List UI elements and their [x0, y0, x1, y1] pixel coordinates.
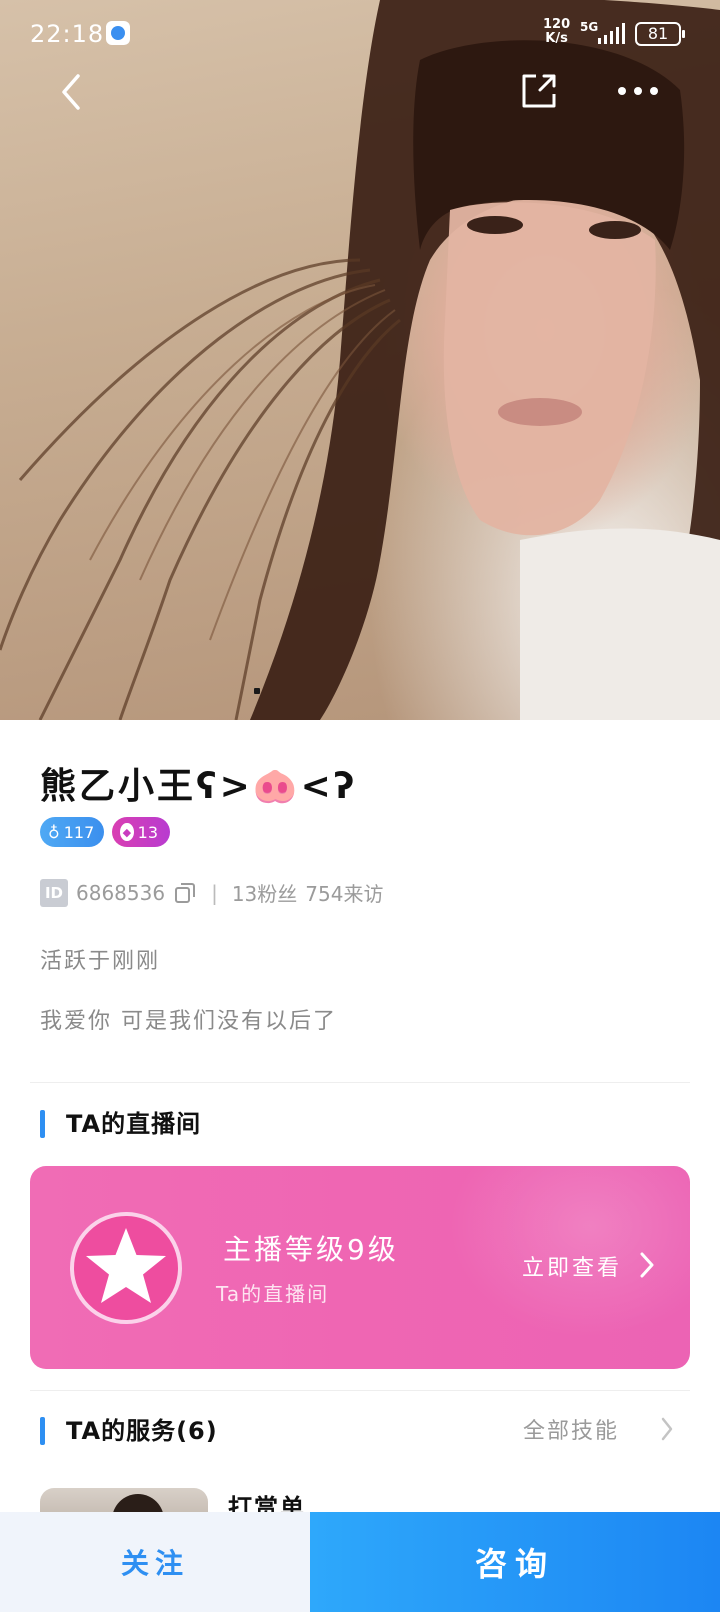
id-label: ID — [40, 878, 68, 907]
live-section-title: TA的直播间 — [40, 1104, 201, 1139]
user-id: 6868536 — [76, 880, 166, 905]
chevron-right-icon[interactable] — [660, 1416, 674, 1442]
consult-button[interactable]: 咨询 — [310, 1512, 720, 1612]
section-accent-bar — [40, 1417, 45, 1445]
gender-level-badge: ♁ 117 — [40, 817, 104, 847]
service-name[interactable]: 打赏单 — [228, 1488, 306, 1512]
bottom-action-bar: 关注 咨询 — [0, 1512, 720, 1612]
diamond-icon: ◆ — [120, 823, 134, 841]
diamond-level-value: 13 — [137, 822, 158, 842]
female-icon: ♁ — [48, 822, 60, 842]
active-status: 活跃于刚刚 — [40, 949, 161, 974]
status-time: 22:18 — [30, 20, 105, 48]
battery-icon: 81 — [635, 22, 685, 46]
network-speed-value: 120 — [543, 17, 571, 32]
profile-bio: 我爱你 可是我们没有以后了 — [40, 1009, 337, 1034]
live-level-badge — [70, 1212, 182, 1324]
services-section-title-text: TA的服务(6) — [66, 1417, 218, 1445]
visit-count[interactable]: 754来访 — [305, 878, 383, 907]
more-button[interactable] — [614, 76, 662, 106]
star-icon — [86, 1228, 166, 1303]
profile-meta: ID 6868536 | 13粉丝 754来访 — [40, 878, 383, 907]
profile-name: 熊乙小王ʕ>🐽<ʔ — [40, 766, 358, 807]
network-speed: 120 K/s — [543, 18, 570, 46]
copy-icon[interactable] — [173, 881, 197, 905]
section-divider — [30, 1390, 690, 1391]
back-button[interactable] — [54, 70, 90, 114]
all-skills-link[interactable]: 全部技能 — [523, 1413, 619, 1445]
app-notification-icon — [106, 21, 130, 45]
live-section-title-text: TA的直播间 — [66, 1110, 202, 1138]
cover-photo-illustration — [0, 0, 720, 720]
meta-separator: | — [211, 880, 218, 905]
view-now-link[interactable]: 立即查看 — [522, 1250, 622, 1282]
level-badges: ♁ 117 ◆ 13 — [40, 817, 170, 847]
section-divider — [30, 1082, 690, 1083]
chevron-right-icon — [640, 1252, 654, 1278]
photo-page-indicator — [254, 688, 260, 694]
live-room-card[interactable]: 主播等级9级 Ta的直播间 立即查看 — [30, 1166, 690, 1369]
gender-level-value: 117 — [63, 822, 95, 842]
services-section-title: TA的服务(6) — [40, 1411, 218, 1446]
follow-button[interactable]: 关注 — [0, 1512, 310, 1612]
live-level-text: 主播等级9级 — [223, 1233, 399, 1266]
status-bar: 22:18 120 K/s 5G 81 — [0, 0, 720, 64]
fans-count[interactable]: 13粉丝 — [232, 878, 297, 907]
diamond-level-badge: ◆ 13 — [112, 817, 170, 847]
live-room-subtitle: Ta的直播间 — [216, 1282, 330, 1306]
signal-icon — [598, 23, 625, 44]
profile-cover-photo[interactable]: 22:18 120 K/s 5G 81 — [0, 0, 720, 720]
section-accent-bar — [40, 1110, 45, 1138]
share-button[interactable] — [518, 70, 560, 112]
network-speed-unit: K/s — [545, 31, 568, 46]
